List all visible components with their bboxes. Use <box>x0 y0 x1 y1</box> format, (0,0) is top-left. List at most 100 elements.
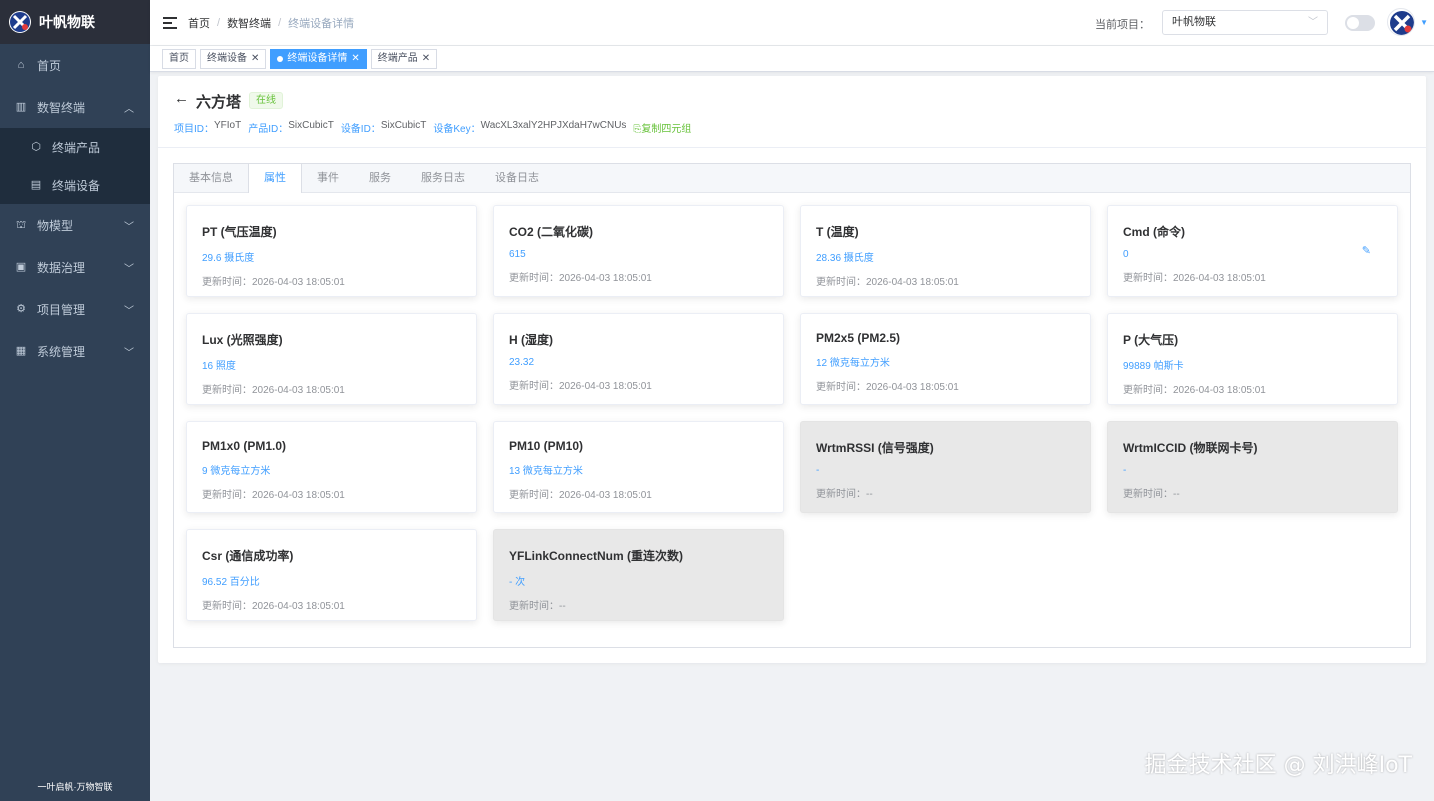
tab-service-log[interactable]: 服务日志 <box>406 164 480 192</box>
tag-label: 终端设备详情 <box>287 52 348 64</box>
property-update-time: 更新时间：2026-04-03 18:05:01 <box>509 490 652 501</box>
device-meta: 项目ID： YFIoT 产品ID： SixCubicT 设备ID： SixCub… <box>174 120 691 135</box>
property-card[interactable]: Csr (通信成功率) 96.52 百分比 更新时间：2026-04-03 18:0… <box>186 529 477 621</box>
active-dot-icon <box>277 55 284 62</box>
sidebar-item-home[interactable]: ⌂ 首页 <box>0 44 150 86</box>
property-value: 615 <box>509 249 526 260</box>
property-title: WrtmICCID (物联网卡号) <box>1123 441 1258 455</box>
property-card[interactable]: P (大气压) 99889 帕斯卡 更新时间：2026-04-03 18:05:01 <box>1107 313 1398 405</box>
tab-properties[interactable]: 属性 <box>248 164 302 193</box>
property-title: T (温度) <box>816 225 859 239</box>
device-key-key: 设备Key： <box>433 124 481 135</box>
property-card[interactable]: PM10 (PM10) 13 微克每立方米 更新时间：2026-04-03 18:0… <box>493 421 784 513</box>
caret-down-icon[interactable]: ▼ <box>1420 18 1428 27</box>
property-update-time: 更新时间：-- <box>816 489 873 500</box>
project-select[interactable]: 叶帆物联 ﹀ <box>1162 10 1328 35</box>
sidebar-item-terminal[interactable]: ▥ 数智终端 ︿ <box>0 86 150 128</box>
sidebar-item-label: 数智终端 <box>37 100 86 115</box>
property-card[interactable]: Cmd (命令) 0 更新时间：2026-04-03 18:05:01 ✎ <box>1107 205 1398 297</box>
sidebar-item-system[interactable]: ▦ 系统管理 ﹀ <box>0 330 150 372</box>
property-update-time: 更新时间：2026-04-03 18:05:01 <box>1123 385 1266 396</box>
product-id-key: 产品ID： <box>248 124 289 135</box>
device-name: 六方塔 <box>196 94 242 111</box>
chevron-up-icon: ︿ <box>124 104 134 115</box>
property-value: 12 微克每立方米 <box>816 358 890 369</box>
app-title: 叶帆物联 <box>39 14 95 30</box>
tag-terminal-device[interactable]: 终端设备 ✕ <box>200 48 267 69</box>
sidebar-item-data[interactable]: ▣ 数据治理 ﹀ <box>0 246 150 288</box>
breadcrumb-home[interactable]: 首页 <box>188 15 210 31</box>
tab-device-log[interactable]: 设备日志 <box>480 164 554 192</box>
project-select-value: 叶帆物联 <box>1172 16 1216 28</box>
property-update-time: 更新时间：2026-04-03 18:05:01 <box>509 273 652 284</box>
cube-icon: ⬡ <box>31 141 41 153</box>
model-icon: ⛫ <box>15 219 27 231</box>
logo-bar[interactable]: 叶帆物联 <box>0 0 150 44</box>
property-card[interactable]: Lux (光照强度) 16 照度 更新时间：2026-04-03 18:05:01 <box>186 313 477 405</box>
sidebar-item-model[interactable]: ⛫ 物模型 ﹀ <box>0 204 150 246</box>
chevron-down-icon: ﹀ <box>124 222 134 233</box>
property-card[interactable]: H (湿度) 23.32 更新时间：2026-04-03 18:05:01 <box>493 313 784 405</box>
avatar[interactable] <box>1387 8 1415 36</box>
property-card[interactable]: WrtmRSSI (信号强度) - 更新时间：-- <box>800 421 1091 513</box>
back-arrow-icon[interactable]: ← <box>174 90 189 107</box>
property-title: PM10 (PM10) <box>509 439 584 453</box>
status-badge: 在线 <box>249 92 283 109</box>
property-card[interactable]: WrtmICCID (物联网卡号) - 更新时间：-- <box>1107 421 1398 513</box>
sidebar-item-terminal-product[interactable]: ⬡ 终端产品 <box>0 128 150 166</box>
theme-toggle[interactable] <box>1345 15 1375 31</box>
property-title: YFLinkConnectNum (重连次数) <box>509 549 683 563</box>
sidebar-item-label: 物模型 <box>37 218 74 233</box>
property-value: 16 照度 <box>202 361 236 372</box>
property-card[interactable]: PM1x0 (PM1.0) 9 微克每立方米 更新时间：2026-04-03 18:… <box>186 421 477 513</box>
tag-home[interactable]: 首页 <box>162 48 196 69</box>
tab-events[interactable]: 事件 <box>302 164 354 192</box>
monitor-icon: ▦ <box>15 345 27 357</box>
property-title: CO2 (二氧化碳) <box>509 225 594 239</box>
chevron-down-icon: ﹀ <box>124 348 134 359</box>
chevron-down-icon: ﹀ <box>124 306 134 317</box>
breadcrumb: 首页 / 数智终端 / 终端设备详情 <box>188 15 354 31</box>
hamburger-icon[interactable] <box>163 16 177 29</box>
property-title: P (大气压) <box>1123 333 1179 347</box>
property-card[interactable]: PM2x5 (PM2.5) 12 微克每立方米更新时间：2026-04-03 18… <box>800 313 1091 405</box>
home-icon: ⌂ <box>17 59 25 71</box>
property-update-time: 更新时间：2026-04-03 18:05:01 <box>202 385 345 396</box>
terminal-icon: ▥ <box>15 101 27 113</box>
device-key-value: WacXL3xalY2HPJXdaH7wCNUs <box>480 120 627 131</box>
property-value: 9 微克每立方米 <box>202 466 271 477</box>
sidebar-item-label: 项目管理 <box>37 302 86 317</box>
property-value: 96.52 百分比 <box>202 577 260 588</box>
tag-terminal-product[interactable]: 终端产品 ✕ <box>370 48 438 69</box>
property-card[interactable]: T (温度) 28.36 摄氏度更新时间：2026-04-03 18:05:01 <box>800 205 1091 297</box>
edit-icon[interactable]: ✎ <box>1362 244 1371 257</box>
breadcrumb-terminal[interactable]: 数智终端 <box>227 15 271 31</box>
close-icon[interactable]: ✕ <box>251 50 259 68</box>
property-value: 28.36 摄氏度 <box>816 253 874 264</box>
property-update-time: 更新时间：2026-04-03 18:05:01 <box>816 277 959 288</box>
copy-quadruple-button[interactable]: ⎘复制四元组 <box>633 120 691 135</box>
property-update-time: 更新时间：2026-04-03 18:05:01 <box>202 490 345 501</box>
sidebar-item-terminal-device[interactable]: ▤ 终端设备 <box>0 166 150 204</box>
close-icon[interactable]: ✕ <box>422 50 430 68</box>
tags-view: 首页 终端设备 ✕ 终端设备详情 ✕ 终端产品 ✕ <box>150 46 1434 72</box>
product-id-value: SixCubicT <box>288 120 334 131</box>
property-title: PM2x5 (PM2.5) <box>816 331 901 345</box>
sidebar-footer: 一叶启帆·万物智联 <box>37 782 113 792</box>
property-card[interactable]: YFLinkConnectNum (重连次数) - 次更新时间：-- <box>493 529 784 621</box>
property-title: WrtmRSSI (信号强度) <box>816 441 934 455</box>
sidebar: 叶帆物联 ⌂ 首页 ▥ 数智终端 ︿ ⬡ 终端产品 ▤ 终端设备 ⛫ 物模型 ﹀… <box>0 0 150 801</box>
close-icon[interactable]: ✕ <box>351 50 359 68</box>
data-icon: ▣ <box>15 261 27 273</box>
tabs-header: 基本信息 属性 事件 服务 服务日志 设备日志 <box>174 164 1410 193</box>
property-update-time: 更新时间：2026-04-03 18:05:01 <box>816 382 959 393</box>
property-card[interactable]: PT (气压温度) 29.6 摄氏度 更新时间：2026-04-03 18:05:0… <box>186 205 477 297</box>
property-card[interactable]: CO2 (二氧化碳) 615 更新时间：2026-04-03 18:05:01 <box>493 205 784 297</box>
tab-basic-info[interactable]: 基本信息 <box>174 164 248 192</box>
sidebar-item-label: 终端设备 <box>52 178 101 193</box>
property-update-time: 更新时间：-- <box>1123 489 1180 500</box>
tag-device-detail[interactable]: 终端设备详情 ✕ <box>270 48 367 69</box>
tab-services[interactable]: 服务 <box>354 164 406 192</box>
tag-label: 首页 <box>169 52 189 64</box>
sidebar-item-project[interactable]: ⚙ 项目管理 ﹀ <box>0 288 150 330</box>
